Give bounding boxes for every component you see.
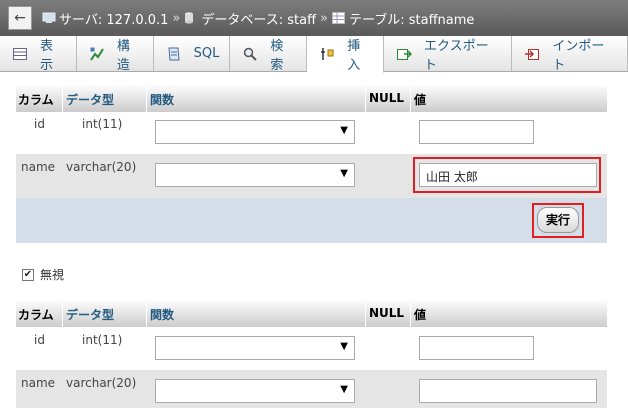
tab-insert-label: 挿入 [347, 39, 361, 73]
breadcrumb-server[interactable]: サーバ: 127.0.0.1 [42, 9, 168, 28]
chevron-down-icon: ▼ [340, 341, 348, 352]
breadcrumb-separator: » [172, 10, 181, 26]
value-input[interactable] [419, 336, 534, 360]
table-icon [332, 12, 346, 24]
column-header-row: カラム データ型 関数 NULL 値 [16, 84, 607, 112]
column-header-null: NULL [369, 91, 405, 105]
tab-export[interactable]: エクスポート [384, 36, 513, 73]
function-select[interactable]: ▼ [155, 379, 355, 403]
breadcrumb-table[interactable]: テーブル: staffname [332, 9, 474, 28]
column-header-null: NULL [369, 306, 405, 320]
breadcrumb-database[interactable]: データベース: staff [184, 9, 316, 28]
highlight-box [413, 157, 601, 193]
function-select[interactable]: ▼ [155, 120, 355, 144]
ignore-option[interactable]: ✔ 無視 [22, 266, 64, 283]
field-name: name [21, 160, 56, 174]
structure-icon [89, 46, 105, 62]
column-header-value: 値 [414, 308, 427, 322]
column-header-column: カラム [18, 93, 54, 107]
tab-sql[interactable]: SQL [154, 36, 231, 71]
tab-search[interactable]: 検索 [230, 36, 308, 73]
function-select[interactable]: ▼ [155, 336, 355, 360]
value-input[interactable] [419, 379, 597, 403]
sql-icon [166, 46, 182, 62]
column-header-type: データ型 [66, 308, 115, 322]
tab-structure-label: 構造 [116, 38, 130, 73]
breadcrumb: ← サーバ: 127.0.0.1 » データベース: staff » テーブル:… [0, 0, 628, 36]
chevron-down-icon: ▼ [340, 125, 348, 136]
highlight-box [532, 203, 584, 238]
field-type: int(11) [82, 333, 123, 347]
export-icon [396, 46, 413, 62]
column-header-column: カラム [18, 308, 54, 322]
tab-browse[interactable]: 表示 [0, 36, 77, 73]
breadcrumb-database-label: データベース: staff [201, 12, 317, 28]
server-icon [42, 12, 56, 24]
search-icon [242, 46, 258, 62]
breadcrumb-table-label: テーブル: staffname [349, 12, 475, 28]
field-type: varchar(20) [66, 160, 137, 174]
tab-import[interactable]: インポート [512, 36, 628, 73]
tab-sql-label: SQL [193, 46, 220, 61]
ignore-label: 無視 [40, 268, 65, 282]
column-header-value: 値 [414, 93, 427, 107]
chevron-down-icon: ▼ [340, 384, 348, 395]
value-input[interactable] [419, 120, 534, 144]
form-footer [16, 198, 607, 243]
tab-browse-label: 表示 [40, 38, 54, 73]
field-name: name [21, 376, 56, 390]
tab-insert[interactable]: 挿入 [307, 36, 385, 73]
tab-bar: 表示 構造 SQL 検索 挿入 エクスポート インポート [0, 36, 628, 73]
breadcrumb-server-label: サーバ: 127.0.0.1 [59, 12, 169, 28]
tab-import-label: インポート [552, 38, 605, 73]
column-header-function: 関数 [150, 93, 175, 107]
tab-export-label: エクスポート [424, 38, 489, 73]
insert-icon [319, 46, 335, 62]
field-name: id [34, 117, 45, 131]
database-icon [184, 12, 198, 24]
field-name: id [34, 333, 45, 347]
chevron-down-icon: ▼ [340, 168, 348, 179]
tab-search-label: 検索 [270, 38, 284, 73]
back-button[interactable]: ← [8, 6, 32, 30]
import-icon [524, 46, 540, 62]
field-type: varchar(20) [66, 376, 137, 390]
column-header-function: 関数 [150, 308, 175, 322]
function-select[interactable]: ▼ [155, 163, 355, 187]
column-header-row: カラム データ型 関数 NULL 値 [16, 299, 607, 327]
browse-icon [12, 46, 28, 62]
field-type: int(11) [82, 117, 123, 131]
column-header-type: データ型 [66, 93, 115, 107]
tab-structure[interactable]: 構造 [77, 36, 154, 73]
ignore-checkbox[interactable]: ✔ [22, 268, 34, 281]
breadcrumb-separator: » [320, 10, 328, 26]
